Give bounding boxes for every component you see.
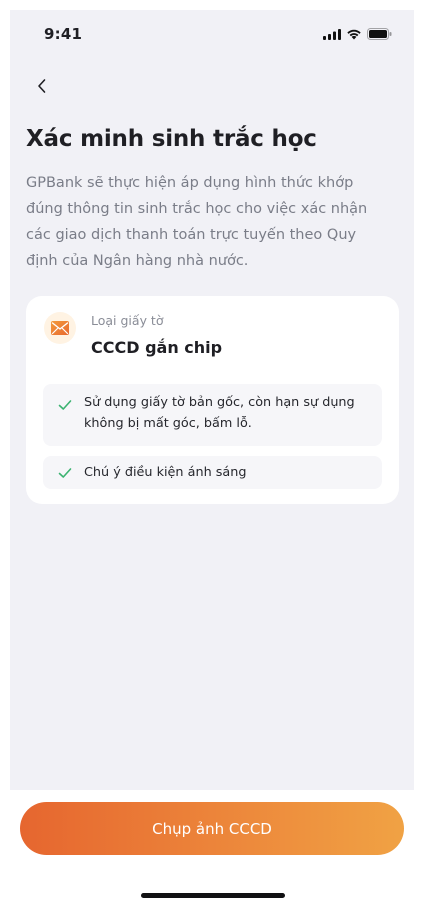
signal-icon [323,28,341,40]
requirement-text: Chú ý điều kiện ánh sáng [84,465,247,480]
chevron-left-icon [38,79,46,93]
document-icon-badge [44,312,76,344]
bottom-action-area: Chụp ảnh CCCD [10,790,414,909]
battery-icon [367,28,392,40]
back-button[interactable] [26,70,58,102]
screen-background: 9:41 Xác minh sinh trắc học GPBank sẽ th… [10,10,414,790]
requirement-text: Sử dụng giấy tờ bản gốc, còn hạn sự dụng… [84,395,355,431]
requirement-item: Sử dụng giấy tờ bản gốc, còn hạn sự dụng… [43,384,382,446]
status-time: 9:41 [44,25,83,43]
envelope-icon [51,321,69,335]
status-icons [323,28,392,40]
wifi-icon [347,29,361,40]
page-description: GPBank sẽ thực hiện áp dụng hình thức kh… [26,175,368,269]
document-card: Loại giấy tờ CCCD gắn chip Sử dụng giấy … [26,296,399,504]
check-icon [58,400,72,410]
page-title: Xác minh sinh trắc học [26,126,317,152]
check-icon [58,467,72,478]
status-bar: 9:41 [10,10,414,54]
home-indicator [141,893,285,898]
document-type-value: CCCD gắn chip [91,338,223,357]
requirement-item: Chú ý điều kiện ánh sáng [43,456,382,489]
capture-id-button[interactable]: Chụp ảnh CCCD [20,802,404,855]
document-type-label: Loại giấy tờ [91,313,164,328]
